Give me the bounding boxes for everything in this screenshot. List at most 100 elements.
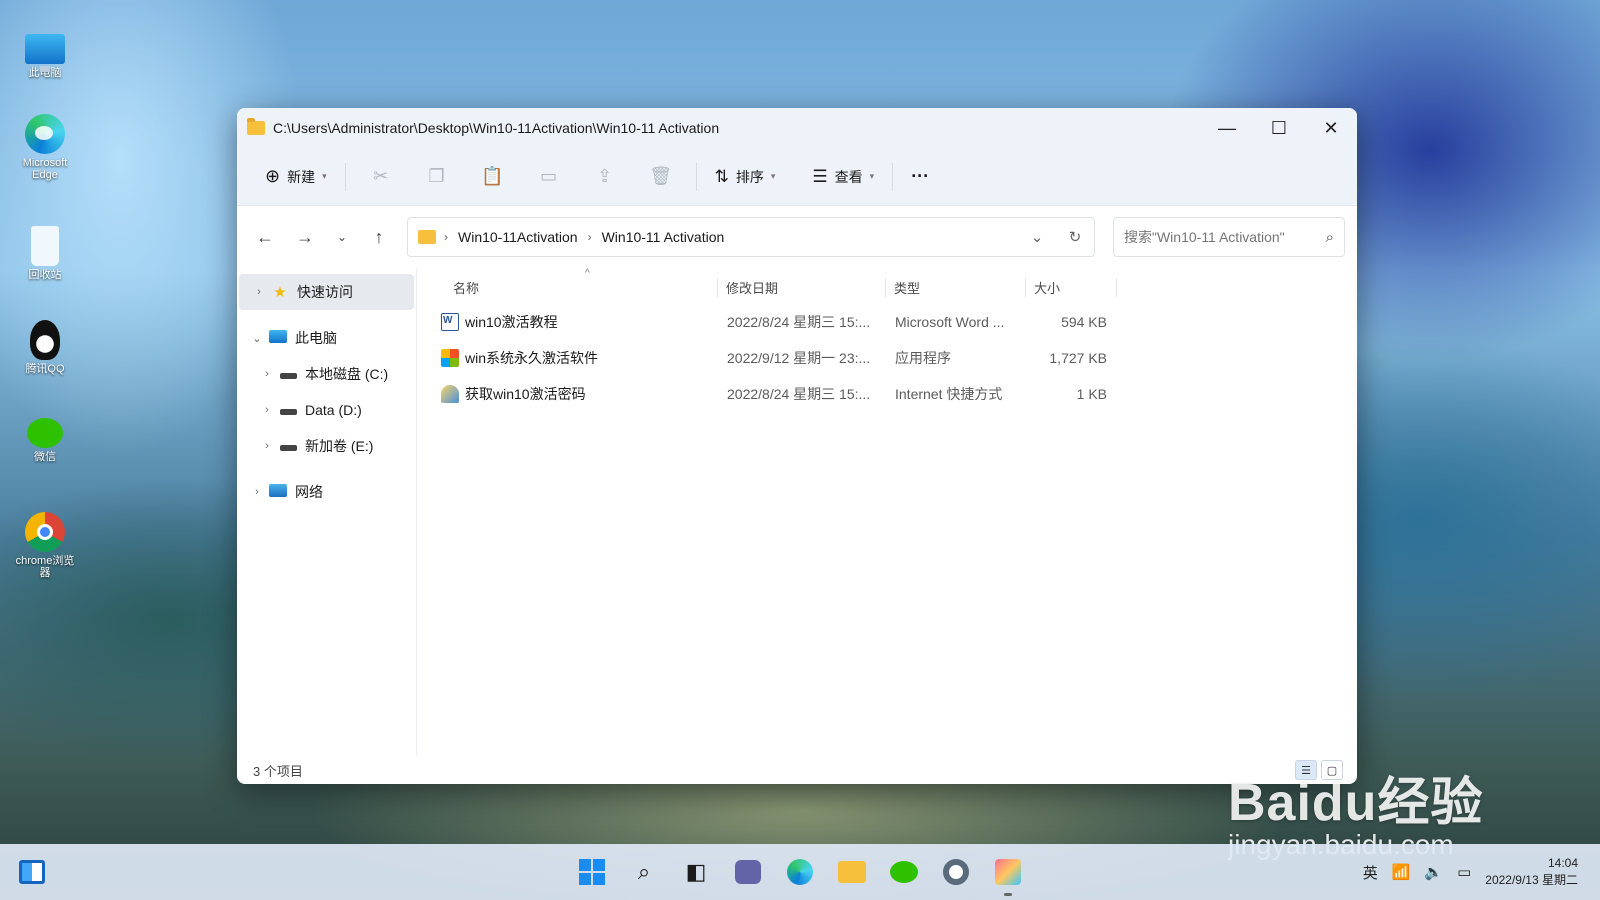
column-header-date[interactable]: 修改日期: [717, 277, 885, 297]
clock[interactable]: 14:04 2022/9/13 星期二: [1485, 855, 1578, 889]
chevron-down-icon: ▾: [869, 171, 875, 181]
sidebar-item-drive-e[interactable]: › 新加卷 (E:): [237, 428, 416, 464]
column-header-name[interactable]: ^ 名称: [417, 268, 717, 297]
breadcrumb-item[interactable]: Win10-11 Activation: [602, 229, 725, 245]
widgets-button[interactable]: [0, 844, 64, 900]
rename-button[interactable]: ▭: [522, 159, 576, 195]
sidebar-item-this-pc[interactable]: ⌄ 此电脑: [237, 320, 416, 356]
address-dropdown-button[interactable]: ⌄: [1018, 228, 1056, 246]
status-bar: 3 个项目 ☰ ▢: [237, 756, 1357, 784]
file-size: 1 KB: [1076, 386, 1107, 402]
ime-indicator[interactable]: 英: [1363, 862, 1378, 883]
edge-taskbar-button[interactable]: [782, 854, 818, 890]
copy-icon: ❐: [428, 166, 445, 186]
sidebar-item-network[interactable]: › 网络: [237, 474, 416, 510]
settings-taskbar-button[interactable]: [938, 854, 974, 890]
search-button[interactable]: ⌕: [626, 854, 662, 890]
windows-logo-icon: [579, 859, 605, 885]
task-view-button[interactable]: ◧: [678, 854, 714, 890]
share-button[interactable]: ⇪: [578, 159, 632, 195]
desktop-icon-recycle-bin[interactable]: 回收站: [14, 226, 76, 281]
sort-button[interactable]: ⇅ 排序 ▾: [705, 159, 786, 195]
clock-date: 2022/9/13 星期二: [1485, 873, 1578, 887]
paint-taskbar-button[interactable]: [990, 854, 1026, 896]
file-row[interactable]: win10激活教程 2022/8/24 星期三 15:... Microsoft…: [417, 304, 1357, 340]
clock-time: 14:04: [1547, 856, 1578, 870]
sidebar-item-quick-access[interactable]: › ★ 快速访问: [239, 274, 414, 310]
maximize-button[interactable]: ☐: [1253, 108, 1305, 148]
sidebar-item-label: 本地磁盘 (C:): [305, 366, 389, 382]
system-tray: 英 📶 🔈 ▭ 14:04 2022/9/13 星期二: [1363, 844, 1578, 900]
desktop-icon-wechat[interactable]: 微信: [14, 418, 76, 463]
file-row[interactable]: win系统永久激活软件 2022/9/12 星期一 23:... 应用程序 1,…: [417, 340, 1357, 376]
chevron-right-icon[interactable]: ›: [257, 404, 277, 416]
desktop-icon-edge[interactable]: Microsoft Edge: [14, 114, 76, 181]
file-explorer-taskbar-button[interactable]: [834, 854, 870, 890]
sort-label: 排序: [735, 168, 764, 185]
chat-icon: [735, 860, 761, 884]
chevron-right-icon[interactable]: ›: [257, 368, 277, 380]
cut-button[interactable]: ✂: [354, 159, 408, 195]
navigation-pane: › ★ 快速访问 ⌄ 此电脑 › 本地磁盘 (C:) › Data (D:) ›…: [237, 268, 417, 756]
file-row[interactable]: 获取win10激活密码 2022/8/24 星期三 15:... Interne…: [417, 376, 1357, 412]
drive-icon: [277, 366, 299, 383]
chevron-right-icon: ›: [587, 230, 592, 244]
new-button[interactable]: ⊕ 新建 ▾: [255, 159, 337, 195]
chevron-down-icon: ⌄: [336, 230, 348, 244]
wechat-taskbar-button[interactable]: [886, 854, 922, 890]
address-bar[interactable]: › Win10-11Activation › Win10-11 Activati…: [407, 217, 1095, 257]
up-button[interactable]: ↑: [361, 219, 397, 255]
plus-circle-icon: ⊕: [265, 166, 281, 186]
wechat-icon: [27, 418, 63, 448]
chevron-right-icon[interactable]: ›: [249, 286, 269, 298]
column-header-type[interactable]: 类型: [885, 277, 1025, 297]
desktop-icon-chrome[interactable]: chrome浏览器: [14, 512, 76, 579]
arrow-up-icon: ↑: [374, 226, 384, 247]
chevron-down-icon[interactable]: ⌄: [247, 332, 267, 345]
file-type: 应用程序: [895, 350, 951, 366]
share-icon: ⇪: [597, 166, 613, 186]
sidebar-item-drive-d[interactable]: › Data (D:): [237, 392, 416, 428]
battery-icon[interactable]: ▭: [1457, 863, 1471, 881]
column-label: 大小: [1034, 280, 1061, 296]
sidebar-item-drive-c[interactable]: › 本地磁盘 (C:): [237, 356, 416, 392]
column-label: 名称: [453, 280, 480, 296]
start-button[interactable]: [574, 854, 610, 890]
desktop-icon-this-pc[interactable]: 此电脑: [14, 28, 76, 79]
desktop-icon-qq[interactable]: 腾讯QQ: [14, 320, 76, 375]
back-button[interactable]: ←: [247, 219, 283, 255]
drive-icon: [277, 402, 299, 419]
minimize-button[interactable]: —: [1201, 108, 1253, 148]
search-box[interactable]: ⌕: [1113, 217, 1345, 257]
folder-icon: [418, 230, 436, 244]
column-header-row: ^ 名称 修改日期 类型 大小: [417, 268, 1357, 304]
wifi-icon[interactable]: 📶: [1392, 863, 1411, 881]
close-button[interactable]: ✕: [1305, 108, 1357, 148]
refresh-button[interactable]: ↻: [1056, 228, 1094, 246]
app-icon: [441, 349, 459, 367]
forward-button[interactable]: →: [287, 219, 323, 255]
search-input[interactable]: [1124, 229, 1326, 245]
chevron-down-icon: ▾: [322, 171, 327, 181]
watermark-logo-text: Baidu经验: [1228, 774, 1484, 832]
search-icon: ⌕: [637, 859, 651, 884]
desktop-icon-label: 腾讯QQ: [25, 363, 65, 375]
copy-button[interactable]: ❐: [410, 159, 464, 195]
item-count: 3 个项目: [253, 763, 303, 779]
chevron-right-icon[interactable]: ›: [247, 486, 267, 498]
content-area: › ★ 快速访问 ⌄ 此电脑 › 本地磁盘 (C:) › Data (D:) ›…: [237, 268, 1357, 756]
more-options-button[interactable]: ···: [901, 159, 939, 195]
paste-button[interactable]: 📋: [466, 159, 520, 195]
desktop-icon-label: Microsoft Edge: [22, 157, 68, 181]
chevron-right-icon[interactable]: ›: [257, 440, 277, 452]
view-button[interactable]: ☰ 查看 ▾: [802, 159, 884, 195]
title-bar[interactable]: C:\Users\Administrator\Desktop\Win10-11A…: [237, 108, 1357, 148]
column-header-size[interactable]: 大小: [1025, 277, 1117, 297]
delete-button[interactable]: 🗑: [634, 159, 688, 195]
chat-button[interactable]: [730, 854, 766, 890]
recent-locations-button[interactable]: ⌄: [327, 219, 357, 255]
column-label: 类型: [894, 280, 921, 296]
volume-icon[interactable]: 🔈: [1424, 863, 1443, 881]
breadcrumb-item[interactable]: Win10-11Activation: [458, 229, 578, 245]
word-doc-icon: [441, 313, 459, 331]
